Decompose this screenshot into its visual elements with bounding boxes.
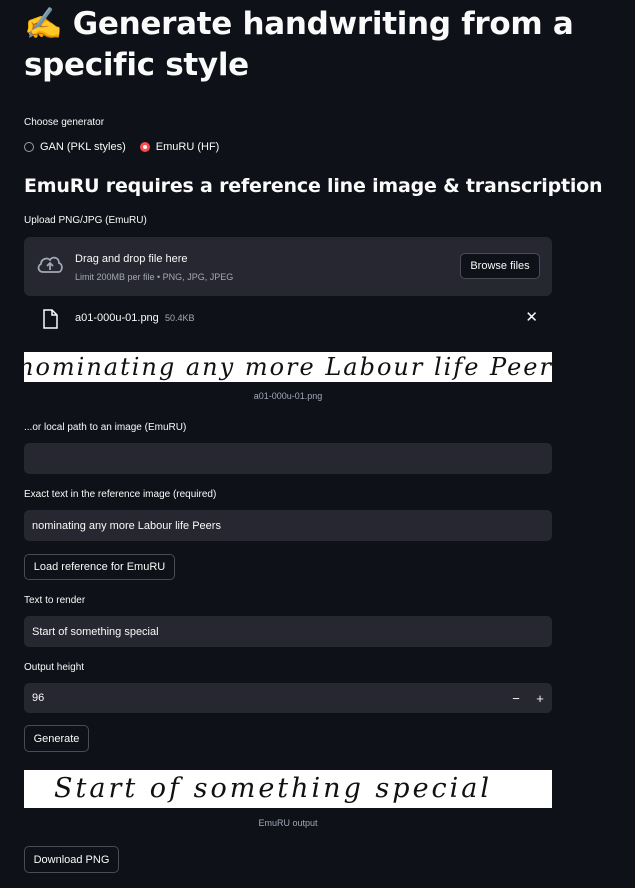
increment-button[interactable]: + [528, 683, 552, 714]
output-height-value[interactable]: 96 [32, 692, 44, 704]
radio-emuru-circle-icon[interactable] [139, 142, 150, 152]
file-dropzone[interactable]: Drag and drop file here Limit 200MB per … [24, 237, 552, 296]
dropzone-limit: Limit 200MB per file • PNG, JPG, JPEG [75, 272, 234, 282]
file-icon [42, 309, 58, 334]
radio-gan-circle-icon[interactable] [24, 142, 34, 152]
output-height-label: Output height [24, 662, 85, 673]
render-text-label: Text to render [24, 595, 86, 606]
load-reference-button[interactable]: Load reference for EmuRU [24, 554, 175, 580]
render-text-input[interactable]: Start of something special [24, 616, 552, 647]
radio-emuru[interactable]: EmuRU (HF) [139, 141, 220, 153]
generator-radio-group: GAN (PKL styles) EmuRU (HF) [24, 141, 219, 153]
output-image: Start of something special [24, 770, 552, 808]
uploaded-file-row: a01-000u-01.png 50.4KB ✕ [24, 306, 552, 332]
cloud-upload-icon [36, 254, 64, 281]
exact-text-input[interactable]: nominating any more Labour life Peers [24, 510, 552, 541]
reference-image: nominating any more Labour life Peers [24, 352, 552, 382]
browse-files-button[interactable]: Browse files [460, 253, 540, 279]
exact-text-label: Exact text in the reference image (requi… [24, 489, 217, 500]
output-image-caption: EmuRU output [258, 818, 318, 828]
uploaded-file-name: a01-000u-01.png [75, 312, 159, 324]
decrement-button[interactable]: − [504, 683, 528, 714]
radio-emuru-label[interactable]: EmuRU (HF) [156, 141, 220, 153]
uploaded-file-size: 50.4KB [165, 313, 195, 323]
remove-file-icon[interactable]: ✕ [525, 308, 538, 326]
reference-image-caption: a01-000u-01.png [253, 391, 323, 401]
page-title: ✍️ Generate handwriting from a specific … [24, 6, 574, 83]
radio-gan-label[interactable]: GAN (PKL styles) [40, 141, 126, 153]
generate-button[interactable]: Generate [24, 725, 89, 752]
dropzone-instructions: Drag and drop file here [75, 253, 188, 265]
local-path-label: ...or local path to an image (EmuRU) [24, 422, 187, 433]
section-heading: EmuRU requires a reference line image & … [24, 175, 603, 197]
upload-label: Upload PNG/JPG (EmuRU) [24, 215, 147, 226]
output-height-input[interactable]: 96 − + [24, 683, 552, 713]
download-png-button[interactable]: Download PNG [24, 846, 119, 873]
generator-label: Choose generator [24, 117, 105, 128]
radio-gan[interactable]: GAN (PKL styles) [24, 141, 126, 153]
local-path-input[interactable] [24, 443, 552, 474]
